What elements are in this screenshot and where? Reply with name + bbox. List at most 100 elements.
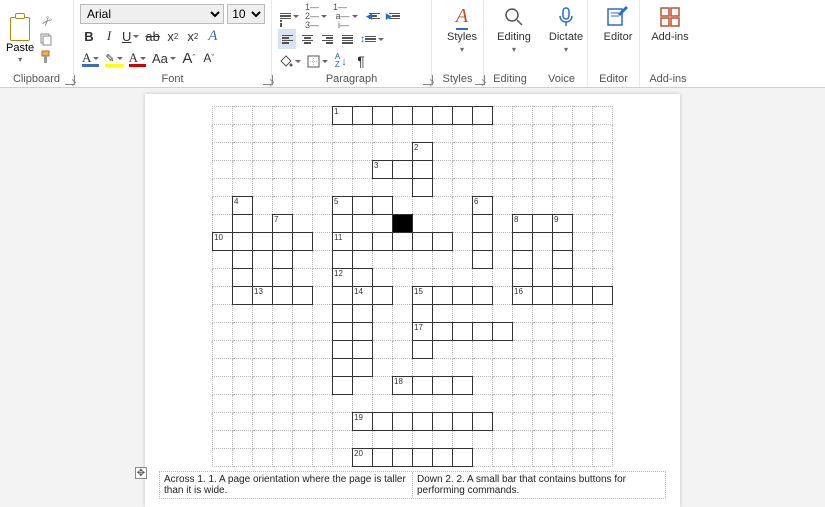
cell[interactable] [513,233,533,251]
align-center-button[interactable] [298,29,316,49]
cell[interactable] [433,323,453,341]
bullets-button[interactable] [278,6,301,26]
paste-button[interactable]: Paste ▾ [6,11,34,64]
cell[interactable] [333,341,353,359]
italic-button[interactable]: I [100,26,118,46]
cell[interactable] [413,107,433,125]
cell[interactable] [233,269,253,287]
cell[interactable]: 9 [553,215,573,233]
numbering-button[interactable]: 1—2—3— [303,6,329,26]
cell[interactable] [413,161,433,179]
cell[interactable] [453,287,473,305]
cell[interactable] [433,413,453,431]
cell[interactable] [353,233,373,251]
cell[interactable] [233,251,253,269]
cell[interactable] [333,359,353,377]
cell[interactable] [273,269,293,287]
cell[interactable]: 16 [513,287,533,305]
cell[interactable] [333,287,353,305]
cell[interactable] [413,341,433,359]
cell[interactable] [553,233,573,251]
cell[interactable] [333,305,353,323]
borders-button[interactable] [305,51,330,71]
cell[interactable]: 8 [513,215,533,233]
show-marks-button[interactable]: ¶ [352,51,370,71]
cell[interactable] [233,287,253,305]
cell[interactable]: 10 [213,233,233,251]
dictate-button[interactable]: Dictate▾ [542,2,590,54]
cell[interactable] [393,449,413,467]
cell[interactable] [413,449,433,467]
cell[interactable]: 19 [353,413,373,431]
cell[interactable] [473,251,493,269]
cell[interactable]: 20 [353,449,373,467]
font-color-button[interactable]: A [127,48,148,68]
cell[interactable]: 15 [413,287,433,305]
cell[interactable] [353,359,373,377]
cell[interactable] [393,161,413,179]
cell[interactable] [333,215,353,233]
cell[interactable] [533,215,553,233]
cell[interactable] [473,413,493,431]
crossword-grid[interactable]: 1234567891011121314151617181920 [212,106,613,467]
document-area[interactable]: 1234567891011121314151617181920 ✥ Across… [0,88,825,507]
change-case-button[interactable]: Aa [150,48,178,68]
strikethrough-button[interactable]: ab [143,26,161,46]
cell[interactable] [373,233,393,251]
cell[interactable] [393,233,413,251]
cell[interactable] [353,197,373,215]
copy-icon[interactable] [38,31,54,47]
cell[interactable] [333,251,353,269]
editor-button[interactable]: Editor [594,2,642,43]
cell[interactable] [273,287,293,305]
text-effects-button[interactable]: A [204,26,222,46]
cell[interactable] [273,251,293,269]
cell[interactable] [453,413,473,431]
cell[interactable] [373,287,393,305]
cell[interactable] [253,233,273,251]
shading-button[interactable] [278,51,303,71]
shrink-font-button[interactable]: Aˇ [200,48,218,68]
cell[interactable] [473,215,493,233]
font-size-select[interactable]: 10 [227,4,265,24]
cell[interactable] [453,377,473,395]
cell[interactable]: 17 [413,323,433,341]
font-color2-button[interactable]: A [80,48,101,68]
cell[interactable] [473,107,493,125]
cell[interactable]: 18 [393,377,413,395]
align-right-button[interactable] [318,29,336,49]
cell[interactable] [553,287,573,305]
cell[interactable] [473,323,493,341]
bold-button[interactable]: B [80,26,98,46]
align-left-button[interactable] [278,29,296,49]
font-name-select[interactable]: Arial [80,4,224,24]
cell[interactable] [293,287,313,305]
cell[interactable] [433,449,453,467]
cell[interactable]: 13 [253,287,273,305]
cell[interactable] [293,233,313,251]
cell[interactable] [333,377,353,395]
cell[interactable]: 14 [353,287,373,305]
cell[interactable] [553,269,573,287]
table-move-handle[interactable]: ✥ [135,467,147,479]
cell[interactable] [353,341,373,359]
cell[interactable] [513,251,533,269]
multilevel-button[interactable]: 1— a— i— [331,6,360,26]
cell[interactable] [353,269,373,287]
cell[interactable] [413,305,433,323]
cell[interactable] [453,449,473,467]
subscript-button[interactable]: x2 [164,26,182,46]
cut-icon[interactable]: ✂ [35,10,58,33]
superscript-button[interactable]: x2 [184,26,202,46]
cell[interactable] [493,323,513,341]
cell[interactable] [233,233,253,251]
grow-font-button[interactable]: Aˆ [180,48,198,68]
addins-button[interactable]: Add-ins [646,2,694,43]
cell[interactable]: 11 [333,233,353,251]
decrease-indent-button[interactable]: ◂ [362,6,380,26]
cell[interactable] [373,107,393,125]
cell[interactable]: 5 [333,197,353,215]
cell[interactable] [433,287,453,305]
cell[interactable] [433,377,453,395]
cell[interactable] [433,233,453,251]
